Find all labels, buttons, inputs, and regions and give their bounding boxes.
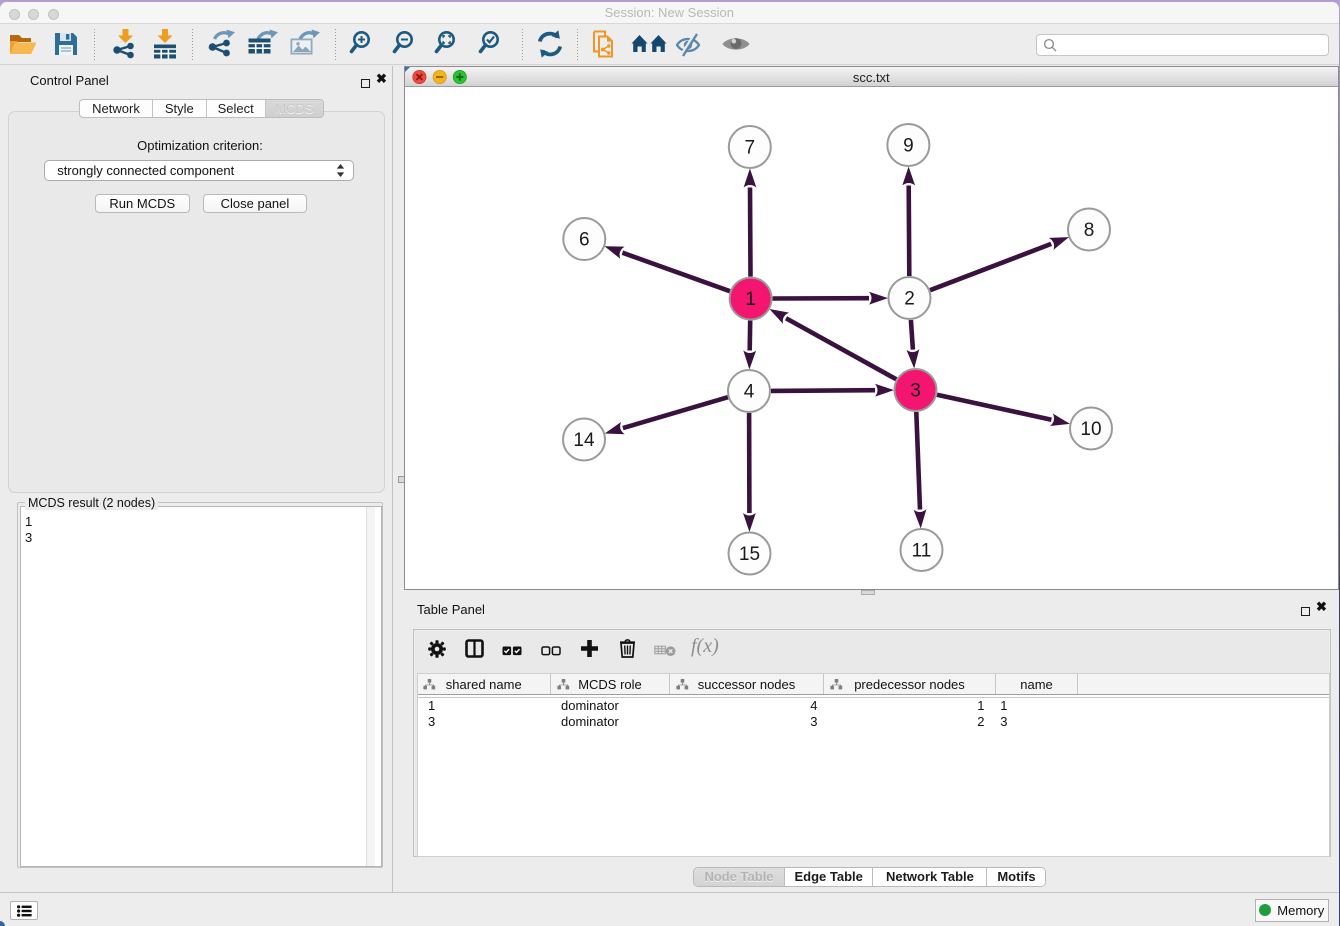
svg-text:6: 6 [579,229,590,250]
svg-text:9: 9 [903,135,914,156]
svg-text:1: 1 [745,289,756,310]
svg-text:11: 11 [912,540,932,561]
svg-text:3: 3 [910,380,921,401]
svg-text:7: 7 [745,137,756,158]
svg-text:2: 2 [904,288,915,309]
svg-text:15: 15 [739,544,760,565]
svg-text:4: 4 [744,381,755,402]
svg-text:8: 8 [1084,220,1095,241]
svg-text:14: 14 [573,430,595,451]
svg-text:10: 10 [1080,419,1101,440]
